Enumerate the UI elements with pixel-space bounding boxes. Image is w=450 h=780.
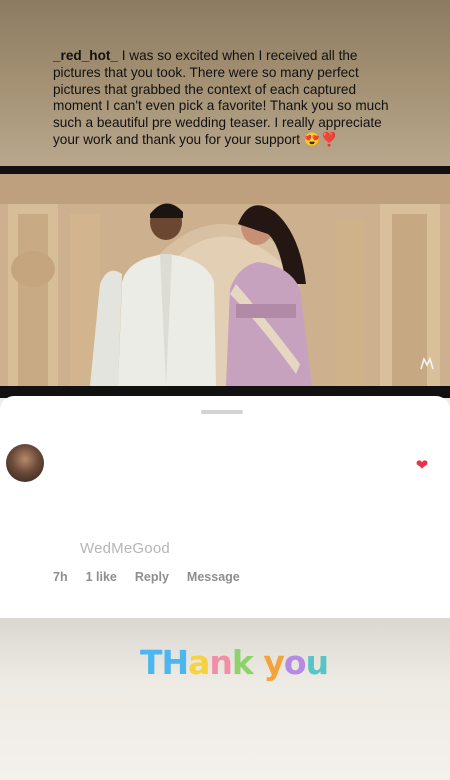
sticker-letter: T — [140, 643, 162, 682]
comment-card — [0, 396, 450, 618]
avatar[interactable] — [6, 444, 44, 482]
sticker-letter — [253, 643, 264, 682]
comment-likes[interactable]: 1 like — [86, 570, 117, 584]
video-preview[interactable] — [0, 174, 450, 386]
video-frame — [0, 166, 450, 398]
heart-icon[interactable]: ❤ — [414, 458, 430, 474]
sticker-letter: a — [188, 643, 210, 682]
watermark-text: WedMeGood — [80, 540, 170, 557]
message-button[interactable]: Message — [187, 570, 240, 584]
watermark-logo-icon — [420, 356, 434, 370]
sticker-letter: o — [283, 643, 307, 682]
sticker-letter: u — [305, 643, 329, 682]
comment-time: 7h — [53, 570, 68, 584]
sticker-letter: n — [209, 643, 232, 682]
comment-body: _red_hot_ I was so excited when I receiv… — [53, 48, 398, 149]
video-image — [0, 174, 450, 386]
sticker-letter: y — [263, 643, 284, 682]
drag-handle[interactable] — [201, 410, 243, 414]
sticker-letter: H — [161, 643, 190, 682]
thank-you-sticker: THank you — [140, 643, 329, 682]
sticker-letter: k — [231, 643, 254, 682]
comment-meta: 7h 1 like Reply Message — [53, 570, 240, 584]
comment-username[interactable]: _red_hot_ — [53, 48, 118, 63]
reply-button[interactable]: Reply — [135, 570, 169, 584]
